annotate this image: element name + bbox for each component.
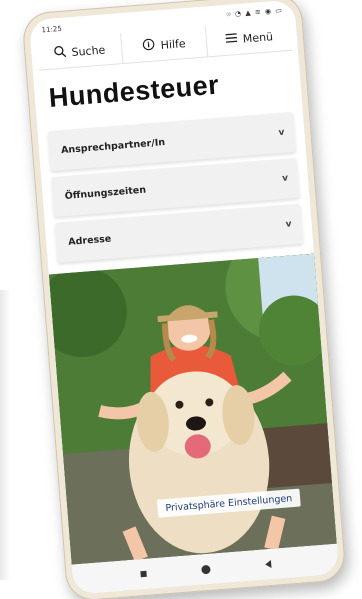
menu-button[interactable]: Menü [206,20,292,56]
phone-screen: 11:25 ⌾ ◔ ▲ ≋ ◉ ▭ Suche i Hilfe Menü Hun… [28,0,340,595]
hero-photo-illustration [48,253,337,565]
status-time: 11:25 [41,24,63,35]
page-title: Hundesteuer [47,69,221,113]
search-button[interactable]: Suche [36,33,124,70]
chevron-down-icon: v [278,127,285,139]
search-label: Suche [71,42,106,59]
recents-icon[interactable] [139,570,147,578]
help-icon: i [142,37,156,54]
home-icon[interactable] [200,564,211,574]
hero-image: Privatsphäre Einstellungen [48,253,337,565]
help-button[interactable]: i Hilfe [121,26,209,64]
scene: 11:25 ⌾ ◔ ▲ ≋ ◉ ▭ Suche i Hilfe Menü Hun… [0,0,362,599]
help-label: Hilfe [160,36,187,52]
hamburger-icon [224,31,238,48]
status-icons: ⌾ ◔ ▲ ≋ ◉ ▭ [226,6,284,19]
menu-label: Menü [242,29,274,46]
chevron-down-icon: v [281,173,289,184]
phone: 11:25 ⌾ ◔ ▲ ≋ ◉ ▭ Suche i Hilfe Menü Hun… [21,0,347,599]
accordion-label: Ansprechpartner/In [60,136,166,156]
background-object [0,290,10,580]
chevron-down-icon: v [285,219,293,230]
svg-text:i: i [147,40,150,49]
search-icon [53,44,67,61]
accordion-label: Adresse [67,233,112,248]
back-icon[interactable] [264,560,272,569]
accordion-label: Öffnungszeiten [64,184,147,202]
